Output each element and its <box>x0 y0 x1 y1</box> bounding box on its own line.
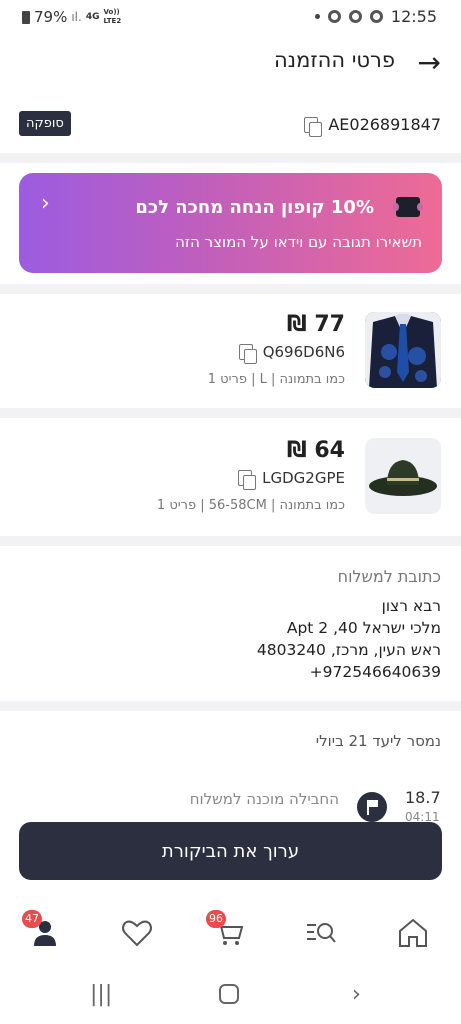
nav-home[interactable] <box>396 916 436 950</box>
recent-apps-icon[interactable]: ||| <box>90 982 112 1007</box>
chrome-icon <box>369 10 383 23</box>
ticket-icon <box>393 197 423 217</box>
back-icon[interactable]: › <box>352 982 361 1007</box>
heart-icon <box>122 920 152 947</box>
tracking-event-label: החבילה מוכנה למשלוח <box>189 790 339 808</box>
product-sku: Q696D6N6 <box>262 343 345 361</box>
nav-account[interactable]: 47 <box>22 910 68 950</box>
copy-icon[interactable] <box>238 344 257 364</box>
product-meta: כמו בתמונה | L | פריט 1 <box>207 372 345 387</box>
page-title: פרטי ההזמנה <box>273 48 395 72</box>
product-card[interactable]: 64 ₪ LGDG2GPE כמו בתמונה | 56-58CM | פרי… <box>0 432 461 522</box>
status-badge: סופקה <box>19 111 71 136</box>
shipping-street: מלכי ישראל 40, Apt 2 <box>286 619 441 637</box>
product-sku-row: Q696D6N6 <box>238 343 345 364</box>
nav-cart[interactable]: 96 <box>206 910 252 950</box>
delivery-eta: נמסר ליעד 21 ביולי <box>315 732 441 750</box>
volte-indicator: Vo)) LTE2 <box>103 8 122 25</box>
product-card[interactable]: 77 ₪ Q696D6N6 כמו בתמונה | L | פריט 1 <box>0 306 461 396</box>
clock: 12:55 <box>390 7 437 26</box>
chevron-left-icon: ‹ <box>41 191 50 216</box>
status-bar: 79% ıl. 4G Vo)) LTE2 12:55 <box>0 0 461 34</box>
battery-icon <box>22 10 30 24</box>
chrome-icon <box>327 10 341 23</box>
product-meta: כמו בתמונה | 56-58CM | פריט 1 <box>156 498 345 513</box>
edit-review-button[interactable]: ערוך את הביקורת <box>19 822 442 880</box>
chrome-icon <box>348 10 362 23</box>
cart-badge: 96 <box>206 910 226 928</box>
divider <box>0 408 461 418</box>
order-id-row: AE026891847 <box>304 115 441 137</box>
home-icon <box>399 918 427 947</box>
system-nav: ||| › <box>0 970 461 1024</box>
network-type: 4G <box>85 11 100 22</box>
copy-icon[interactable] <box>238 470 257 490</box>
account-badge: 47 <box>22 910 42 928</box>
product-price: 64 ₪ <box>286 438 345 463</box>
flag-icon <box>357 792 387 822</box>
home-button-icon[interactable] <box>219 984 239 1004</box>
product-price: 77 ₪ <box>286 312 345 337</box>
coupon-subtitle: תשאירו תגובה עם וידאו על המוצר הזה <box>175 233 422 251</box>
product-sku: LGDG2GPE <box>262 469 345 487</box>
tracking-date: 18.7 <box>405 788 441 807</box>
bottom-nav: 47 96 <box>0 898 461 970</box>
shipping-label: כתובת למשלוח <box>337 567 441 586</box>
divider <box>0 701 461 711</box>
hat-icon <box>365 438 441 514</box>
coupon-banner[interactable]: 10% קופון הנחה מחכה לכם תשאירו תגובה עם … <box>19 173 442 273</box>
shipping-city: ראש העין, מרכז, 4803240 <box>256 641 441 659</box>
status-left: 79% ıl. 4G Vo)) LTE2 <box>22 8 121 26</box>
order-id: AE026891847 <box>328 115 441 134</box>
battery-level: 79% <box>34 8 68 26</box>
product-sku-row: LGDG2GPE <box>238 469 345 490</box>
shipping-phone: +972546640639 <box>309 663 441 681</box>
notification-dot-icon <box>314 14 320 19</box>
coupon-title: 10% קופון הנחה מחכה לכם <box>135 197 374 218</box>
back-arrow-icon[interactable]: → <box>418 46 441 79</box>
divider <box>0 284 461 294</box>
nav-search[interactable] <box>304 916 344 950</box>
status-right: 12:55 <box>314 7 437 26</box>
vest-tie-icon <box>365 312 441 388</box>
signal-icon: ıl. <box>71 10 82 24</box>
search-list-icon <box>307 923 336 943</box>
copy-icon[interactable] <box>304 116 323 137</box>
divider <box>0 153 461 163</box>
divider <box>0 536 461 546</box>
shipping-name: רבא רצון <box>381 597 441 615</box>
nav-wishlist[interactable] <box>120 916 160 950</box>
